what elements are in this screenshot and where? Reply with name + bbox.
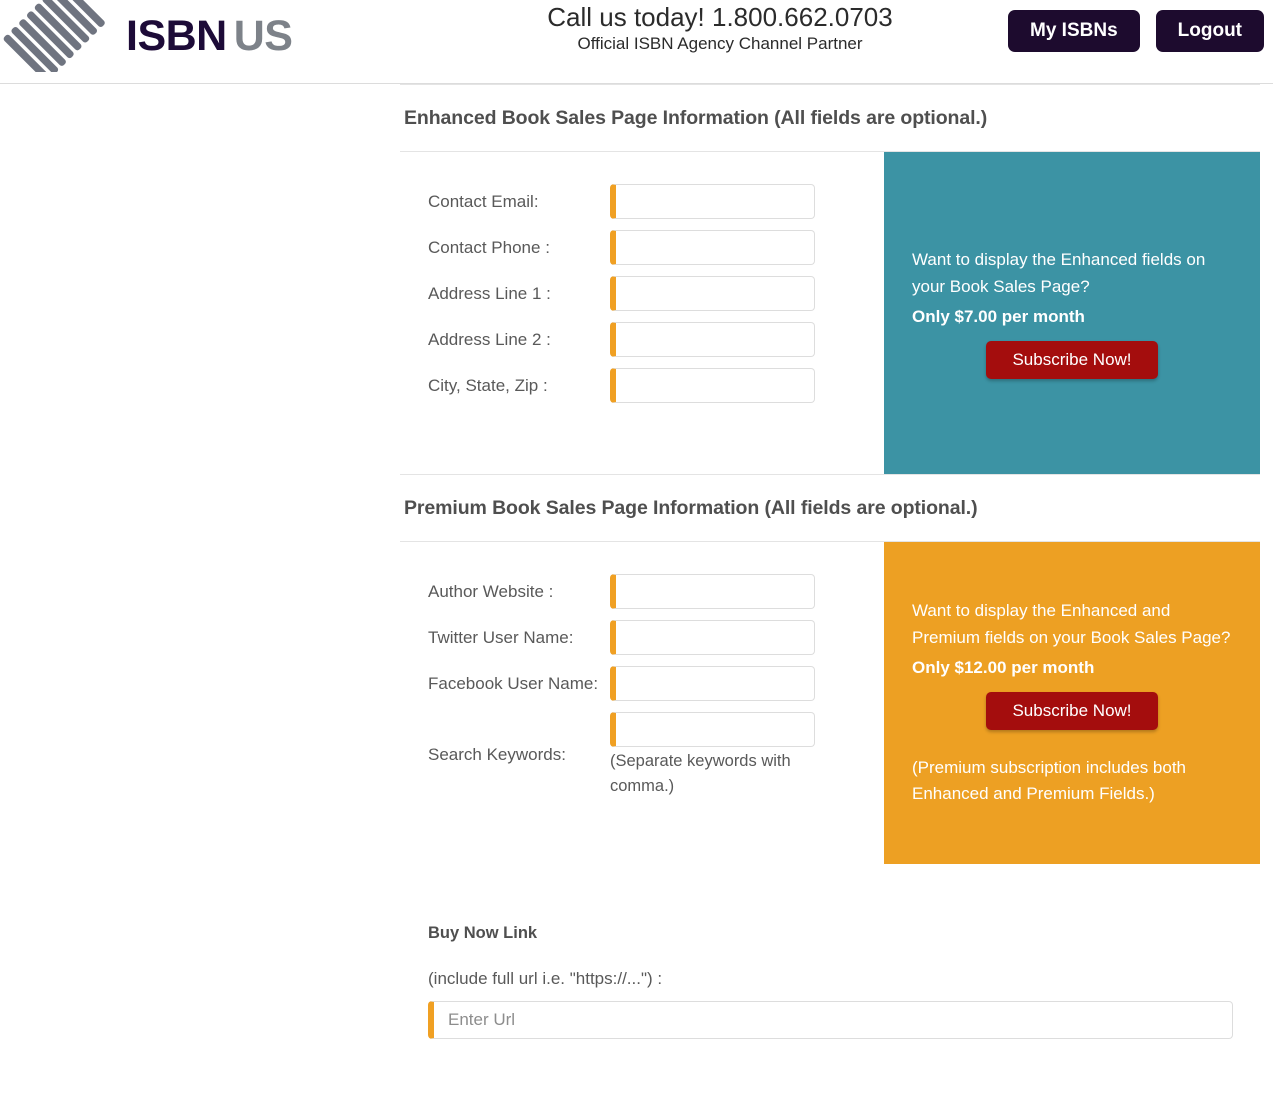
field-row-address-line-2: Address Line 2 : <box>400 322 884 357</box>
isbnus-diamond-logo-icon <box>0 0 118 72</box>
contact-phone-input[interactable] <box>610 230 815 265</box>
premium-promo-question: Want to display the Enhanced and Premium… <box>912 601 1231 648</box>
brand-logo[interactable]: ISBN US <box>0 0 293 72</box>
enhanced-promo-price: Only $7.00 per month <box>912 306 1085 326</box>
field-row-twitter-user-name: Twitter User Name: <box>400 620 884 655</box>
my-isbns-button[interactable]: My ISBNs <box>1008 10 1140 52</box>
label-contact-email: Contact Email: <box>428 191 539 211</box>
facebook-user-name-input[interactable] <box>610 666 815 701</box>
premium-promo-price: Only $12.00 per month <box>912 658 1095 678</box>
partner-tagline: Official ISBN Agency Channel Partner <box>577 33 863 53</box>
buy-now-link-subtitle: (include full url i.e. "https://...") : <box>428 969 663 988</box>
buy-now-url-input[interactable] <box>428 1001 1233 1039</box>
address-line-2-input[interactable] <box>610 322 815 357</box>
label-address-line-2: Address Line 2 : <box>428 329 551 349</box>
label-search-keywords: Search Keywords: <box>428 745 566 765</box>
enhanced-promo-question: Want to display the Enhanced fields on y… <box>912 250 1206 296</box>
field-row-city-state-zip: City, State, Zip : <box>400 368 884 403</box>
site-header: ISBN US Call us today! 1.800.662.0703 Off… <box>0 0 1273 84</box>
header-contact-block: Call us today! 1.800.662.0703 Official I… <box>470 2 970 55</box>
wordmark-isbn: ISBN <box>126 11 227 60</box>
author-website-input[interactable] <box>610 574 815 609</box>
search-keywords-input[interactable] <box>610 712 815 747</box>
input-wrap-twitter-user-name <box>610 620 815 655</box>
label-address-line-1: Address Line 1 : <box>428 283 551 303</box>
phone-callout: Call us today! 1.800.662.0703 <box>547 2 893 32</box>
label-twitter-user-name: Twitter User Name: <box>428 627 574 647</box>
premium-section-body: Author Website : Twitter User Name: Face… <box>400 542 1260 864</box>
input-wrap-search-keywords: (Separate keywords with comma.) <box>610 712 815 799</box>
premium-promo-button-row: Subscribe Now! <box>912 692 1232 731</box>
enhanced-section-heading: Enhanced Book Sales Page Information (Al… <box>404 107 988 129</box>
field-row-search-keywords: Search Keywords: (Separate keywords with… <box>400 712 884 799</box>
input-wrap-facebook-user-name <box>610 666 815 701</box>
input-wrap-address-line-1 <box>610 276 815 311</box>
field-row-author-website: Author Website : <box>400 574 884 609</box>
label-city-state-zip: City, State, Zip : <box>428 375 548 395</box>
input-wrap-contact-phone <box>610 230 815 265</box>
main-content: Enhanced Book Sales Page Information (Al… <box>0 84 1273 1039</box>
buy-now-link-title: Buy Now Link <box>428 924 538 942</box>
label-author-website: Author Website : <box>428 581 554 601</box>
twitter-user-name-input[interactable] <box>610 620 815 655</box>
field-row-facebook-user-name: Facebook User Name: <box>400 666 884 701</box>
enhanced-subscribe-now-button[interactable]: Subscribe Now! <box>986 340 1158 379</box>
field-row-contact-phone: Contact Phone : <box>400 230 884 265</box>
enhanced-section-body: Contact Email: Contact Phone : Address L… <box>400 152 1260 474</box>
city-state-zip-input[interactable] <box>610 368 815 403</box>
premium-promo-panel: Want to display the Enhanced and Premium… <box>884 542 1260 864</box>
premium-subscribe-now-button[interactable]: Subscribe Now! <box>986 692 1158 731</box>
address-line-1-input[interactable] <box>610 276 815 311</box>
header-actions: My ISBNs Logout <box>1008 10 1264 52</box>
field-row-contact-email: Contact Email: <box>400 184 884 219</box>
enhanced-promo-button-row: Subscribe Now! <box>912 340 1232 379</box>
search-keywords-hint: (Separate keywords with comma.) <box>610 752 791 795</box>
premium-fields-column: Author Website : Twitter User Name: Face… <box>400 542 884 810</box>
input-wrap-address-line-2 <box>610 322 815 357</box>
contact-email-input[interactable] <box>610 184 815 219</box>
input-wrap-city-state-zip <box>610 368 815 403</box>
label-facebook-user-name: Facebook User Name: <box>428 673 599 693</box>
wordmark-us: US <box>233 11 293 60</box>
brand-wordmark: ISBN US <box>126 11 293 60</box>
input-wrap-author-website <box>610 574 815 609</box>
field-row-address-line-1: Address Line 1 : <box>400 276 884 311</box>
enhanced-fields-column: Contact Email: Contact Phone : Address L… <box>400 152 884 414</box>
label-contact-phone: Contact Phone : <box>428 237 550 257</box>
input-wrap-contact-email <box>610 184 815 219</box>
buy-now-link-section: Buy Now Link (include full url i.e. "htt… <box>400 864 1260 1039</box>
premium-promo-note: (Premium subscription includes both Enha… <box>912 758 1187 804</box>
enhanced-promo-panel: Want to display the Enhanced fields on y… <box>884 152 1260 474</box>
logout-button[interactable]: Logout <box>1155 10 1264 52</box>
premium-section-heading: Premium Book Sales Page Information (All… <box>404 497 978 519</box>
